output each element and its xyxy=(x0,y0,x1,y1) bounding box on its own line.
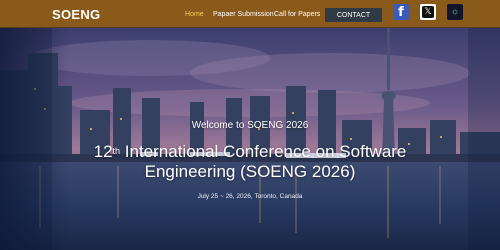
nav-call-for-papers-link[interactable]: Call for Papers xyxy=(274,11,320,18)
title-line-2: Engineering (SOENG 2026) xyxy=(144,162,356,181)
x-twitter-icon[interactable]: 𝕏 xyxy=(420,4,436,20)
site-brand[interactable]: SOENG xyxy=(52,7,100,22)
contact-button[interactable]: CONTACT xyxy=(325,8,382,22)
conference-title: 12th International Conference on Softwar… xyxy=(0,142,500,182)
nav-paper-submission-link[interactable]: Papaer Submission xyxy=(213,11,274,18)
conference-date-location: July 25 ~ 26, 2026, Toronto, Canada xyxy=(197,193,303,200)
facebook-glyph: f xyxy=(398,4,404,20)
title-ordinal-number: 12 xyxy=(93,142,113,161)
facebook-icon[interactable]: f xyxy=(393,4,409,20)
toronto-skyline-image xyxy=(0,28,500,250)
nav-home-link[interactable]: Home xyxy=(185,11,204,18)
app-icon[interactable]: ⌬ xyxy=(447,4,463,20)
title-line-1: International Conference on Software xyxy=(120,142,407,161)
hero-banner: Welcome to SOENG 2026 12th International… xyxy=(0,28,500,250)
top-navigation-bar: SOENG Home Papaer Submission Call for Pa… xyxy=(0,0,500,28)
welcome-heading: Welcome to SOENG 2026 xyxy=(191,120,309,131)
app-glyph: ⌬ xyxy=(452,8,458,16)
title-ordinal-suffix: th xyxy=(112,146,121,156)
x-glyph: 𝕏 xyxy=(422,6,434,18)
